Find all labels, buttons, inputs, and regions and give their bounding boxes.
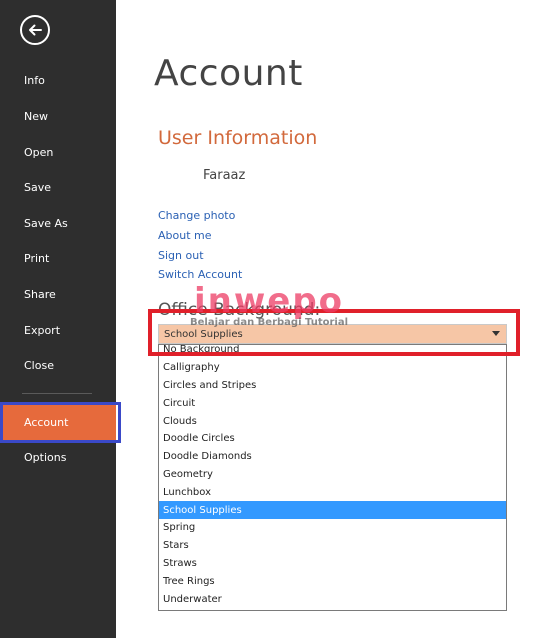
dropdown-option[interactable]: Stars — [159, 537, 506, 555]
user-name: Faraaz — [203, 168, 246, 183]
dropdown-option[interactable]: Straws — [159, 555, 506, 573]
nav-item-info[interactable]: Info — [0, 65, 116, 95]
nav-item-label: Save — [24, 180, 52, 194]
dropdown-option[interactable]: Spring — [159, 519, 506, 537]
nav-item-label: Print — [24, 251, 50, 265]
backstage-sidebar: Info New Open Save Save As Print Share E… — [0, 0, 116, 638]
page-title: Account — [154, 53, 303, 94]
dropdown-option[interactable]: Circles and Stripes — [159, 377, 506, 395]
nav-item-share[interactable]: Share — [0, 279, 116, 309]
account-panel: Account User Information Faraaz Change p… — [116, 0, 550, 638]
office-background-options: No Background Calligraphy Circles and St… — [158, 344, 507, 611]
dropdown-option[interactable]: Circuit — [159, 394, 506, 412]
dropdown-option[interactable]: Underwater — [159, 590, 506, 608]
switch-account-link[interactable]: Switch Account — [158, 268, 242, 281]
nav-item-new[interactable]: New — [0, 101, 116, 131]
change-photo-link[interactable]: Change photo — [158, 209, 235, 222]
about-me-link[interactable]: About me — [158, 229, 212, 242]
nav-item-export[interactable]: Export — [0, 315, 116, 345]
nav-item-label: Share — [24, 287, 56, 301]
nav-item-label: Options — [24, 450, 67, 464]
nav-item-label: Export — [24, 323, 61, 337]
nav-item-label: Close — [24, 358, 54, 372]
back-arrow-icon — [29, 24, 42, 36]
account-highlight-annotation — [0, 402, 121, 443]
office-background-label: Office Background: — [158, 300, 321, 320]
dropdown-option-highlighted[interactable]: School Supplies — [159, 501, 506, 519]
nav-item-label: Info — [24, 73, 45, 87]
office-background-select[interactable]: School Supplies — [158, 324, 507, 344]
sign-out-link[interactable]: Sign out — [158, 249, 204, 262]
nav-item-label: Open — [24, 145, 54, 159]
chevron-down-icon — [492, 331, 500, 336]
nav-item-label: New — [24, 109, 48, 123]
nav-item-open[interactable]: Open — [0, 137, 116, 167]
dropdown-option[interactable]: Doodle Diamonds — [159, 448, 506, 466]
nav-item-options[interactable]: Options — [0, 442, 116, 472]
dropdown-option[interactable]: Lunchbox — [159, 483, 506, 501]
nav-item-close[interactable]: Close — [0, 350, 116, 380]
dropdown-option[interactable]: Doodle Circles — [159, 430, 506, 448]
dropdown-option[interactable]: No Background — [159, 345, 506, 359]
office-background-selected-value: School Supplies — [164, 328, 243, 340]
dropdown-option[interactable]: Calligraphy — [159, 359, 506, 377]
dropdown-option[interactable]: Tree Rings — [159, 572, 506, 590]
nav-item-save[interactable]: Save — [0, 172, 116, 202]
dropdown-option[interactable]: Clouds — [159, 412, 506, 430]
dropdown-option[interactable]: Geometry — [159, 466, 506, 484]
nav-item-save-as[interactable]: Save As — [0, 208, 116, 238]
user-information-heading: User Information — [158, 127, 318, 149]
nav-item-print[interactable]: Print — [0, 243, 116, 273]
back-button[interactable] — [20, 15, 50, 45]
nav-divider — [22, 393, 92, 394]
nav-item-label: Save As — [24, 216, 68, 230]
